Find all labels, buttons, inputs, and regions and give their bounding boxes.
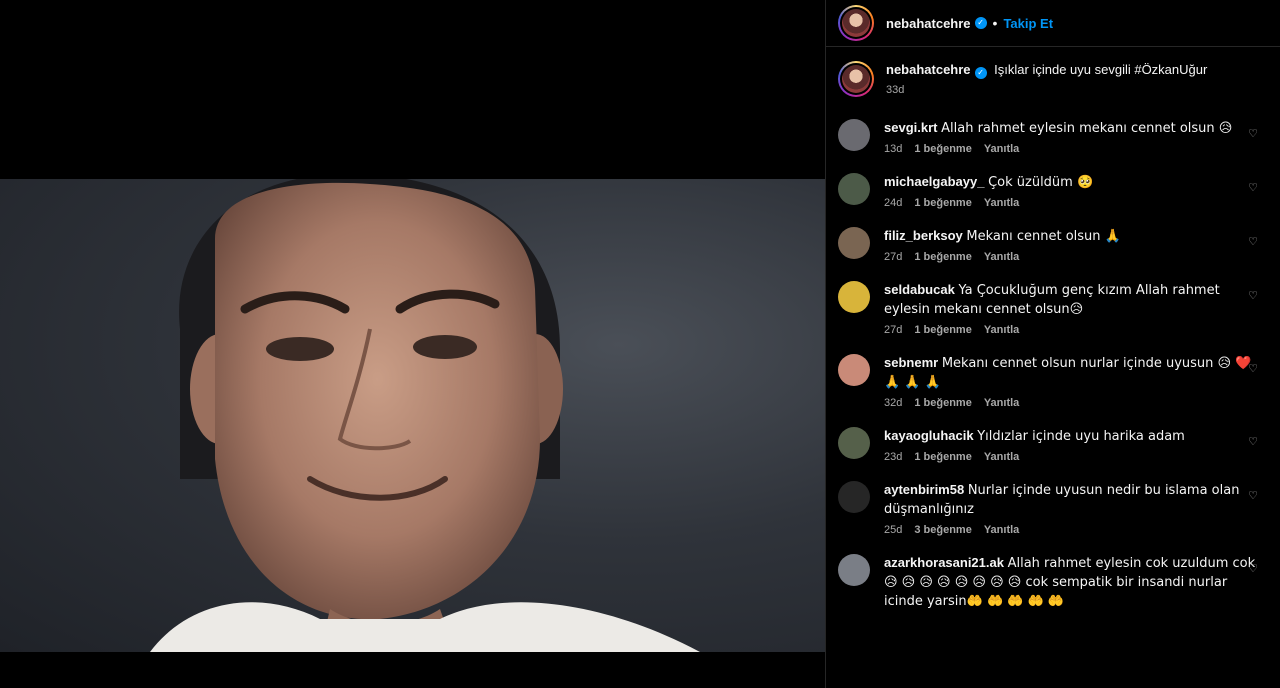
heart-outline-icon[interactable]: ♡ (1248, 489, 1258, 502)
comment-text: Yıldızlar içinde uyu harika adam (977, 429, 1185, 444)
commenter-username[interactable]: kayaogluhacik (884, 428, 974, 443)
verified-badge-icon: ✓ (974, 17, 987, 29)
comment-text: Mekanı cennet olsun 🙏 (966, 229, 1121, 244)
comment-time[interactable]: 27d (884, 251, 902, 263)
comment-text: Mekanı cennet olsun nurlar içinde uyusun… (884, 356, 1252, 390)
comments-list: nebahatcehre ✓ Işıklar içinde uyu sevgili… (826, 47, 1280, 628)
caption-text: Işıklar içinde uyu sevgili #ÖzkanUğur (994, 62, 1208, 77)
comment-likes[interactable]: 3 beğenme (914, 524, 971, 536)
post-photo[interactable] (0, 179, 825, 652)
reply-button[interactable]: Yanıtla (984, 251, 1019, 263)
reply-button[interactable]: Yanıtla (984, 524, 1019, 536)
author-username[interactable]: nebahatcehre (886, 16, 971, 31)
comment-text: Allah rahmet eylesin mekanı cennet olsun… (941, 121, 1233, 136)
comment-row: aytenbirim58 Nurlar içinde uyusun nedir … (838, 481, 1268, 536)
comment-row: sevgi.krt Allah rahmet eylesin mekanı ce… (838, 119, 1268, 155)
reply-button[interactable]: Yanıtla (984, 143, 1019, 155)
heart-outline-icon[interactable]: ♡ (1248, 562, 1258, 575)
commenter-username[interactable]: azarkhorasani21.ak (884, 555, 1004, 570)
heart-outline-icon[interactable]: ♡ (1248, 127, 1258, 140)
follow-button[interactable]: Takip Et (1003, 16, 1053, 31)
commenter-username[interactable]: filiz_berksoy (884, 228, 963, 243)
comment-likes[interactable]: 1 beğenme (914, 451, 971, 463)
comment-row: sebnemr Mekanı cennet olsun nurlar içind… (838, 354, 1268, 409)
comment-likes[interactable]: 1 beğenme (914, 397, 971, 409)
heart-outline-icon[interactable]: ♡ (1248, 181, 1258, 194)
caption-username[interactable]: nebahatcehre (886, 62, 971, 77)
comment-likes[interactable]: 1 beğenme (914, 324, 971, 336)
comment-time[interactable]: 27d (884, 324, 902, 336)
comment-row: azarkhorasani21.ak Allah rahmet eylesin … (838, 554, 1268, 628)
heart-outline-icon[interactable]: ♡ (1248, 362, 1258, 375)
post-media-pane (0, 0, 825, 688)
post-caption: nebahatcehre ✓ Işıklar içinde uyu sevgili… (838, 61, 1268, 97)
separator-dot: • (992, 15, 998, 31)
comment-time[interactable]: 13d (884, 143, 902, 155)
heart-outline-icon[interactable]: ♡ (1248, 235, 1258, 248)
caption-time[interactable]: 33d (886, 84, 904, 96)
commenter-avatar[interactable] (838, 173, 870, 205)
commenter-username[interactable]: michaelgabayy_ (884, 174, 984, 189)
commenter-avatar[interactable] (838, 119, 870, 151)
comment-likes[interactable]: 1 beğenme (914, 143, 971, 155)
commenter-username[interactable]: sevgi.krt (884, 120, 937, 135)
comment-row: kayaogluhacik Yıldızlar içinde uyu harik… (838, 427, 1268, 463)
verified-badge-icon: ✓ (974, 67, 987, 79)
comment-likes[interactable]: 1 beğenme (914, 251, 971, 263)
comment-likes[interactable]: 1 beğenme (914, 197, 971, 209)
comment-time[interactable]: 24d (884, 197, 902, 209)
reply-button[interactable]: Yanıtla (984, 397, 1019, 409)
comment-row: michaelgabayy_ Çok üzüldüm 🥺 24d 1 beğenme… (838, 173, 1268, 209)
post-header: nebahatcehre ✓ • Takip Et (826, 0, 1280, 47)
commenter-avatar[interactable] (838, 481, 870, 513)
caption-author-avatar[interactable] (838, 61, 874, 97)
heart-outline-icon[interactable]: ♡ (1248, 435, 1258, 448)
commenter-username[interactable]: seldabucak (884, 282, 955, 297)
comment-text: Çok üzüldüm 🥺 (988, 175, 1094, 190)
portrait-illustration (150, 179, 700, 652)
comment-time[interactable]: 23d (884, 451, 902, 463)
comment-time[interactable]: 32d (884, 397, 902, 409)
reply-button[interactable]: Yanıtla (984, 197, 1019, 209)
commenter-avatar[interactable] (838, 281, 870, 313)
heart-outline-icon[interactable]: ♡ (1248, 289, 1258, 302)
comment-time[interactable]: 25d (884, 524, 902, 536)
commenter-username[interactable]: sebnemr (884, 355, 938, 370)
comment-row: seldabucak Ya Çocukluğum genç kızım Alla… (838, 281, 1268, 336)
comments-sidebar: nebahatcehre ✓ • Takip Et nebahatcehre ✓ … (825, 0, 1280, 688)
commenter-avatar[interactable] (838, 354, 870, 386)
commenter-username[interactable]: aytenbirim58 (884, 482, 964, 497)
reply-button[interactable]: Yanıtla (984, 324, 1019, 336)
commenter-avatar[interactable] (838, 427, 870, 459)
commenter-avatar[interactable] (838, 554, 870, 586)
reply-button[interactable]: Yanıtla (984, 451, 1019, 463)
comment-row: filiz_berksoy Mekanı cennet olsun 🙏 27d 1 … (838, 227, 1268, 263)
author-avatar[interactable] (838, 5, 874, 41)
commenter-avatar[interactable] (838, 227, 870, 259)
